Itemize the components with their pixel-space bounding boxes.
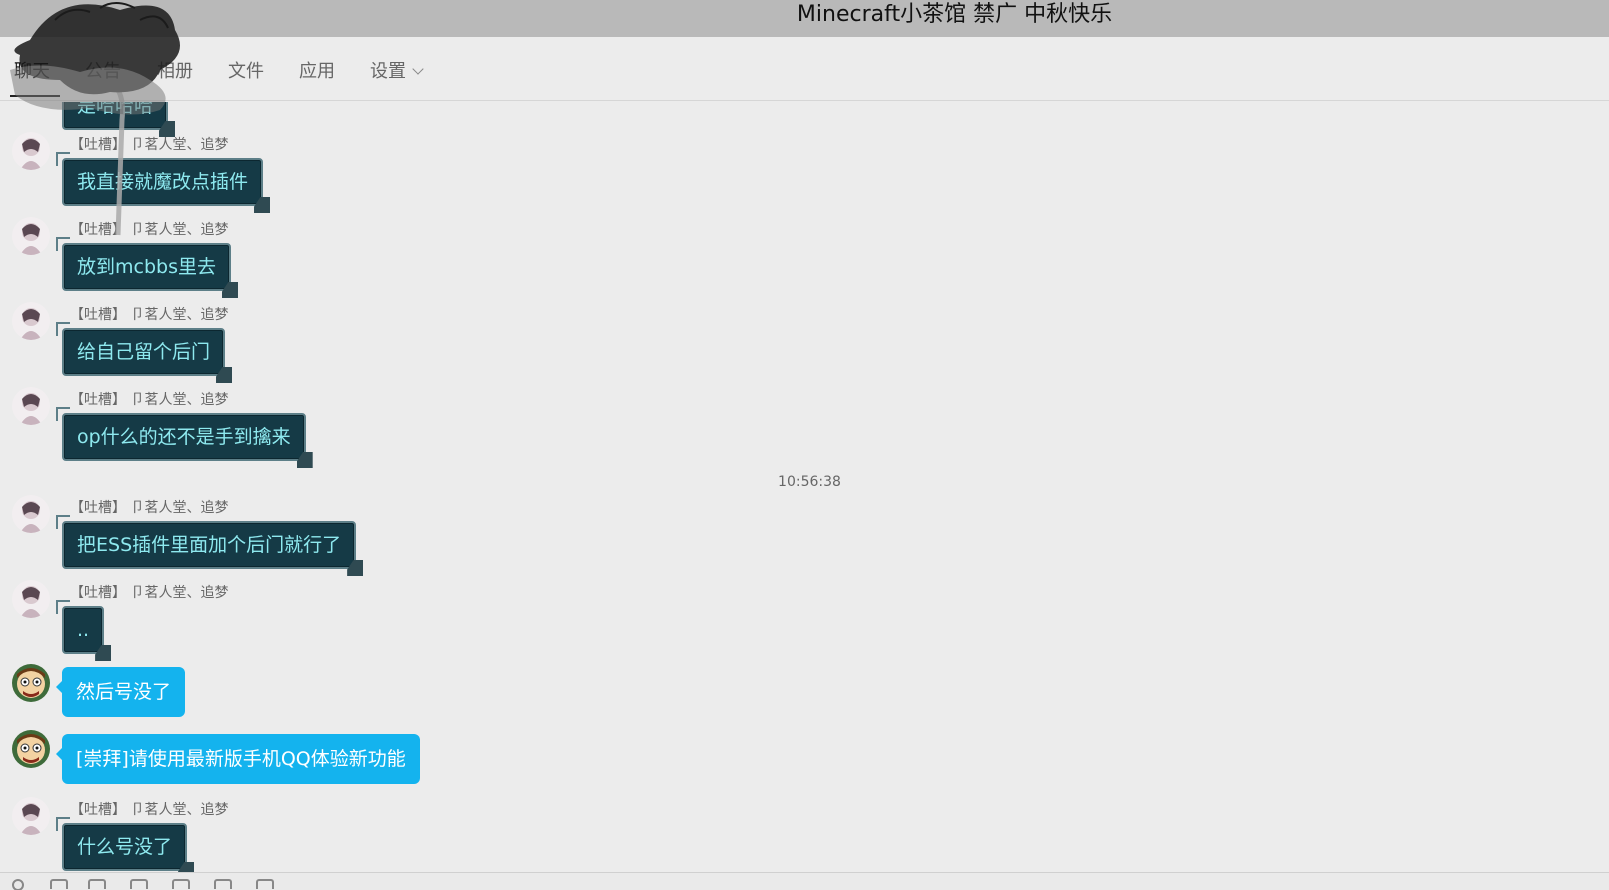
window-title: Minecraft小茶馆 禁广 中秋快乐: [796, 2, 1113, 27]
active-tab-indicator: [10, 95, 60, 97]
tab-chat[interactable]: 聊天: [14, 60, 50, 84]
avatar[interactable]: [12, 797, 50, 835]
sender-name: 【吐槽】 卩茗人堂、追梦: [70, 585, 229, 601]
avatar[interactable]: [12, 664, 50, 702]
sender-name: 【吐槽】 卩茗人堂、追梦: [70, 392, 229, 408]
tab-album[interactable]: 相册: [157, 60, 193, 84]
tab-settings[interactable]: 设置: [370, 60, 424, 84]
sender-name: 【吐槽】 卩茗人堂、追梦: [70, 222, 229, 238]
avatar[interactable]: [12, 132, 50, 170]
image-icon[interactable]: [130, 879, 148, 889]
message-bubble[interactable]: 什么号没了: [55, 817, 188, 871]
tab-announcements[interactable]: 公告: [85, 60, 121, 84]
message-text: op什么的还不是手到擒来: [77, 426, 291, 448]
chevron-down-icon: [412, 63, 424, 75]
message-bubble[interactable]: op什么的还不是手到擒来: [56, 407, 306, 461]
message-text: 放到mcbbs里去: [77, 256, 216, 278]
avatar[interactable]: [12, 495, 50, 533]
more-icon[interactable]: [256, 879, 274, 889]
screenshot-icon[interactable]: [88, 879, 106, 889]
message-bubble[interactable]: 给自己留个后门: [55, 322, 226, 376]
message-bubble[interactable]: 放到mcbbs里去: [56, 237, 231, 291]
message-bubble[interactable]: 是哈哈哈: [62, 102, 169, 130]
message-bubble[interactable]: ..: [55, 600, 105, 654]
sender-name: 【吐槽】 卩茗人堂、追梦: [70, 307, 229, 323]
avatar[interactable]: [12, 387, 50, 425]
sender-name: 【吐槽】 卩茗人堂、追梦: [70, 802, 229, 818]
message-text: 然后号没了: [76, 681, 172, 703]
font-icon[interactable]: [50, 879, 68, 889]
avatar[interactable]: [12, 302, 50, 340]
sender-name: 【吐槽】 卩茗人堂、追梦: [70, 137, 229, 153]
tab-bar: 聊天 公告 相册 文件 应用 设置: [0, 37, 1609, 101]
message-text: [崇拜]请使用最新版手机QQ体验新功能: [76, 748, 406, 770]
message-timestamp: 10:56:38: [778, 474, 841, 490]
tab-files[interactable]: 文件: [228, 60, 264, 84]
message-text: 把ESS插件里面加个后门就行了: [77, 534, 342, 556]
message-text: 什么号没了: [77, 836, 173, 858]
avatar[interactable]: [12, 217, 50, 255]
message-bubble[interactable]: 我直接就魔改点插件: [55, 152, 264, 206]
message-bubble[interactable]: 把ESS插件里面加个后门就行了: [55, 515, 357, 569]
file-icon[interactable]: [172, 879, 190, 889]
message-bubble[interactable]: [崇拜]请使用最新版手机QQ体验新功能: [56, 734, 420, 784]
chat-history[interactable]: 是哈哈哈 【吐槽】 卩茗人堂、追梦 我直接就魔改点插件 【吐槽】 卩茗人堂、追梦…: [0, 102, 1609, 872]
emoji-icon[interactable]: [12, 879, 24, 890]
tab-settings-label: 设置: [370, 61, 406, 82]
avatar[interactable]: [12, 580, 50, 618]
sender-name: 【吐槽】 卩茗人堂、追梦: [70, 500, 229, 516]
message-text: 给自己留个后门: [77, 341, 211, 363]
title-bar: Minecraft小茶馆 禁广 中秋快乐: [0, 0, 1609, 37]
message-text: 我直接就魔改点插件: [77, 171, 249, 193]
input-toolbar: [0, 872, 1609, 890]
message-bubble[interactable]: 然后号没了: [55, 667, 186, 717]
avatar[interactable]: [12, 730, 50, 768]
tab-apps[interactable]: 应用: [299, 60, 335, 84]
folder-icon[interactable]: [214, 879, 232, 889]
message-text: ..: [77, 619, 90, 641]
